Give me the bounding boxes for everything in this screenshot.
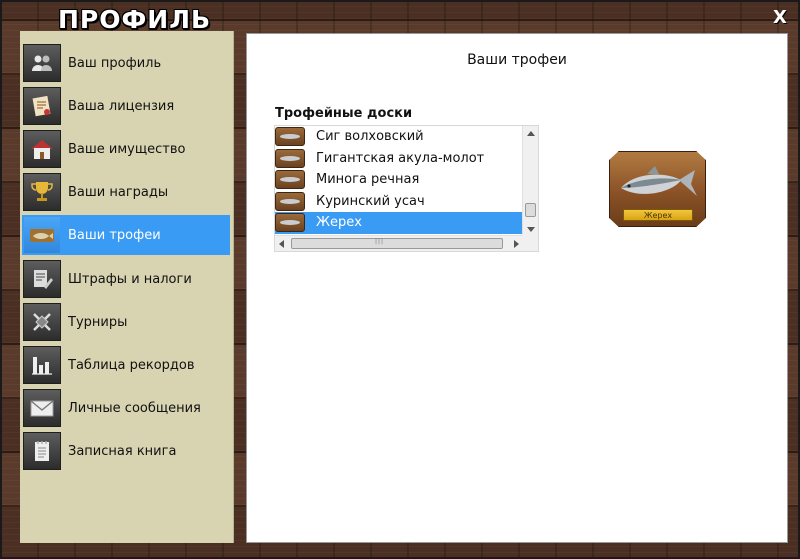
sidebar-item-label: Записная книга [68, 443, 177, 459]
scroll-down-arrow-icon[interactable] [527, 227, 535, 232]
sidebar-item-label: Ваши трофеи [68, 227, 161, 243]
scroll-right-arrow-icon[interactable] [514, 240, 519, 248]
fish-icon [621, 166, 697, 196]
sidebar-item-tournaments[interactable]: Турниры [22, 302, 230, 342]
trophy-thumbnail [275, 191, 305, 211]
sidebar-item-notebook[interactable]: Записная книга [22, 431, 230, 471]
plaque-name-label: Жерех [623, 209, 693, 221]
sidebar-item-awards[interactable]: Ваши награды [22, 172, 230, 212]
sidebar-item-fines[interactable]: Штрафы и налоги [22, 259, 230, 299]
scrollbar-corner [522, 235, 538, 251]
list-item[interactable]: Гигантская акула-молот [275, 148, 523, 170]
sidebar-item-label: Турниры [68, 314, 128, 330]
trophy-thumbnail [275, 127, 305, 147]
sidebar-item-label: Ваши награды [68, 184, 169, 200]
list-item[interactable]: Сиг волховский [275, 126, 523, 148]
list-item-label: Куринский усач [316, 193, 425, 209]
notebook-icon [23, 432, 61, 470]
sidebar-item-label: Личные сообщения [68, 400, 201, 416]
sidebar-item-label: Ваш профиль [68, 55, 162, 71]
sidebar-item-label: Ваше имущество [68, 141, 186, 157]
license-icon [23, 87, 61, 125]
trophy-thumbnail [275, 213, 305, 233]
sidebar-item-trophies[interactable]: Ваши трофеи [22, 215, 230, 255]
vertical-scrollbar[interactable] [522, 126, 538, 236]
trophy-thumbnail [275, 170, 305, 190]
trophy-listbox[interactable]: Сиг волховский Гигантская акула-молот Ми… [274, 125, 539, 252]
scroll-up-arrow-icon[interactable] [527, 131, 535, 136]
list-item-selected[interactable]: Жерех [275, 212, 523, 234]
list-item-label: Гигантская акула-молот [316, 150, 485, 166]
trophy-plaque-preview: Жерех [609, 151, 706, 227]
sidebar-item-leaderboard[interactable]: Таблица рекордов [22, 345, 230, 385]
sidebar: Ваш профиль Ваша лицензия Ваше имущество… [20, 31, 234, 543]
list-item[interactable]: Минога речная [275, 169, 523, 191]
sidebar-item-profile[interactable]: Ваш профиль [22, 43, 230, 83]
list-item-label: Минога речная [316, 172, 420, 188]
grip-icon: ||| [375, 238, 385, 245]
trophy-boards-label: Трофейные доски [275, 106, 413, 121]
users-icon [23, 44, 61, 82]
house-icon [23, 130, 61, 168]
window-title: ПРОФИЛЬ [58, 5, 212, 34]
sidebar-item-license[interactable]: Ваша лицензия [22, 86, 230, 126]
document-pen-icon [23, 260, 61, 298]
sidebar-item-label: Штрафы и налоги [68, 271, 192, 287]
crossed-swords-icon [23, 303, 61, 341]
envelope-icon [23, 389, 61, 427]
scroll-left-arrow-icon[interactable] [279, 240, 284, 248]
list-item[interactable]: Куринский усач [275, 191, 523, 213]
vertical-scroll-thumb[interactable] [525, 203, 536, 217]
content-panel: Ваши трофеи Трофейные доски Сиг волховск… [246, 33, 788, 543]
horizontal-scroll-thumb[interactable] [291, 238, 503, 249]
trophy-cup-icon [23, 173, 61, 211]
bar-chart-icon [23, 346, 61, 384]
sidebar-item-label: Таблица рекордов [68, 357, 195, 373]
list-item-label: Сиг волховский [316, 129, 424, 145]
sidebar-item-label: Ваша лицензия [68, 98, 175, 114]
page-title: Ваши трофеи [467, 52, 567, 68]
sidebar-item-messages[interactable]: Личные сообщения [22, 388, 230, 428]
list-item-label: Жерех [316, 215, 362, 231]
fish-trophy-icon [23, 216, 61, 254]
close-button[interactable]: X [772, 9, 788, 27]
horizontal-scrollbar[interactable]: ||| [275, 235, 523, 251]
sidebar-item-property[interactable]: Ваше имущество [22, 129, 230, 169]
trophy-thumbnail [275, 148, 305, 168]
trophy-list: Сиг волховский Гигантская акула-молот Ми… [275, 126, 523, 236]
